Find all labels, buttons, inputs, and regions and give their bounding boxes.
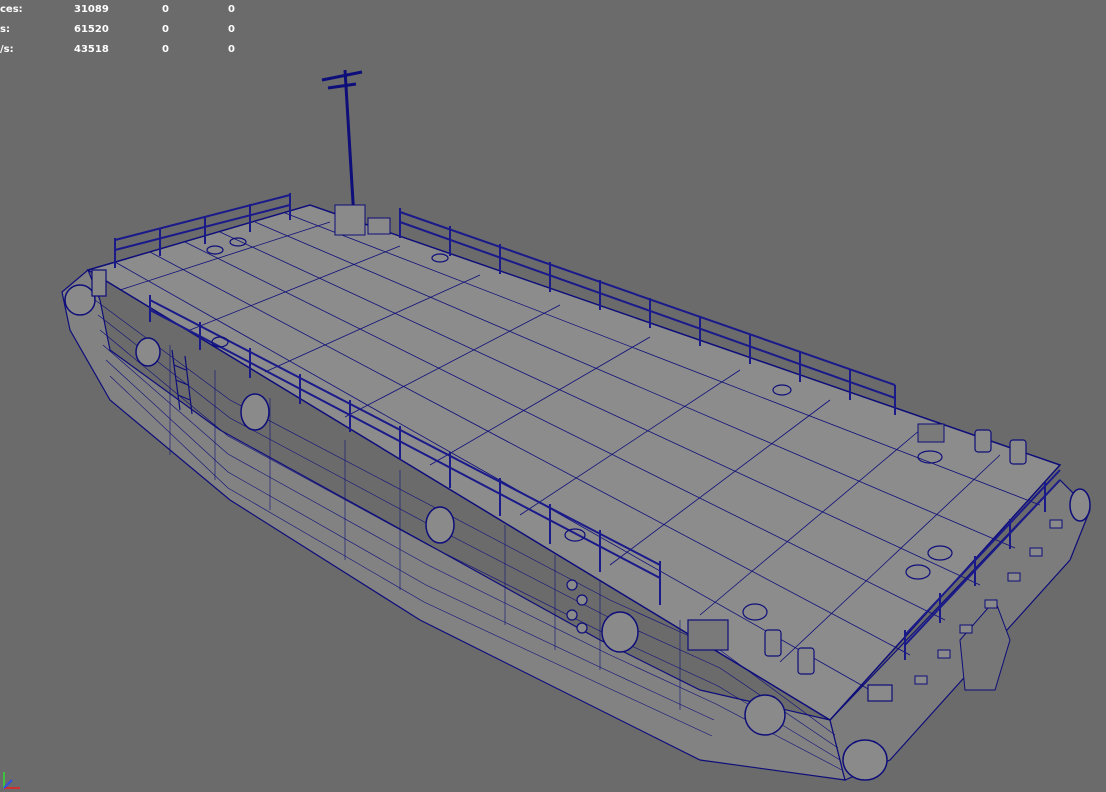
hud-row-faces: ces: 31089 0 0 xyxy=(0,0,260,20)
axis-gizmo-icon xyxy=(3,772,20,789)
mast-base xyxy=(334,204,366,236)
deck-recess xyxy=(687,619,729,651)
hud-value: 0 xyxy=(162,44,169,55)
hud-value: 0 xyxy=(162,24,169,35)
hud-label: s: xyxy=(0,24,10,35)
deck-recess xyxy=(917,423,945,443)
hud-value: 0 xyxy=(162,4,169,15)
hud-row-tris: s: 61520 0 0 xyxy=(0,20,260,40)
hud-row-uvs: /s: 43518 0 0 xyxy=(0,40,260,60)
hud-value: 31089 xyxy=(74,4,109,15)
hud-value: 61520 xyxy=(74,24,109,35)
hud-label: ces: xyxy=(0,4,23,15)
hud-label: /s: xyxy=(0,44,14,55)
3d-viewport[interactable] xyxy=(0,0,1106,792)
heads-up-display: ces: 31089 0 0 s: 61520 0 0 /s: 43518 0 … xyxy=(0,0,260,60)
deck-box xyxy=(367,217,391,235)
hud-value: 43518 xyxy=(74,44,109,55)
hud-value: 0 xyxy=(228,44,235,55)
hud-value: 0 xyxy=(228,4,235,15)
hud-value: 0 xyxy=(228,24,235,35)
